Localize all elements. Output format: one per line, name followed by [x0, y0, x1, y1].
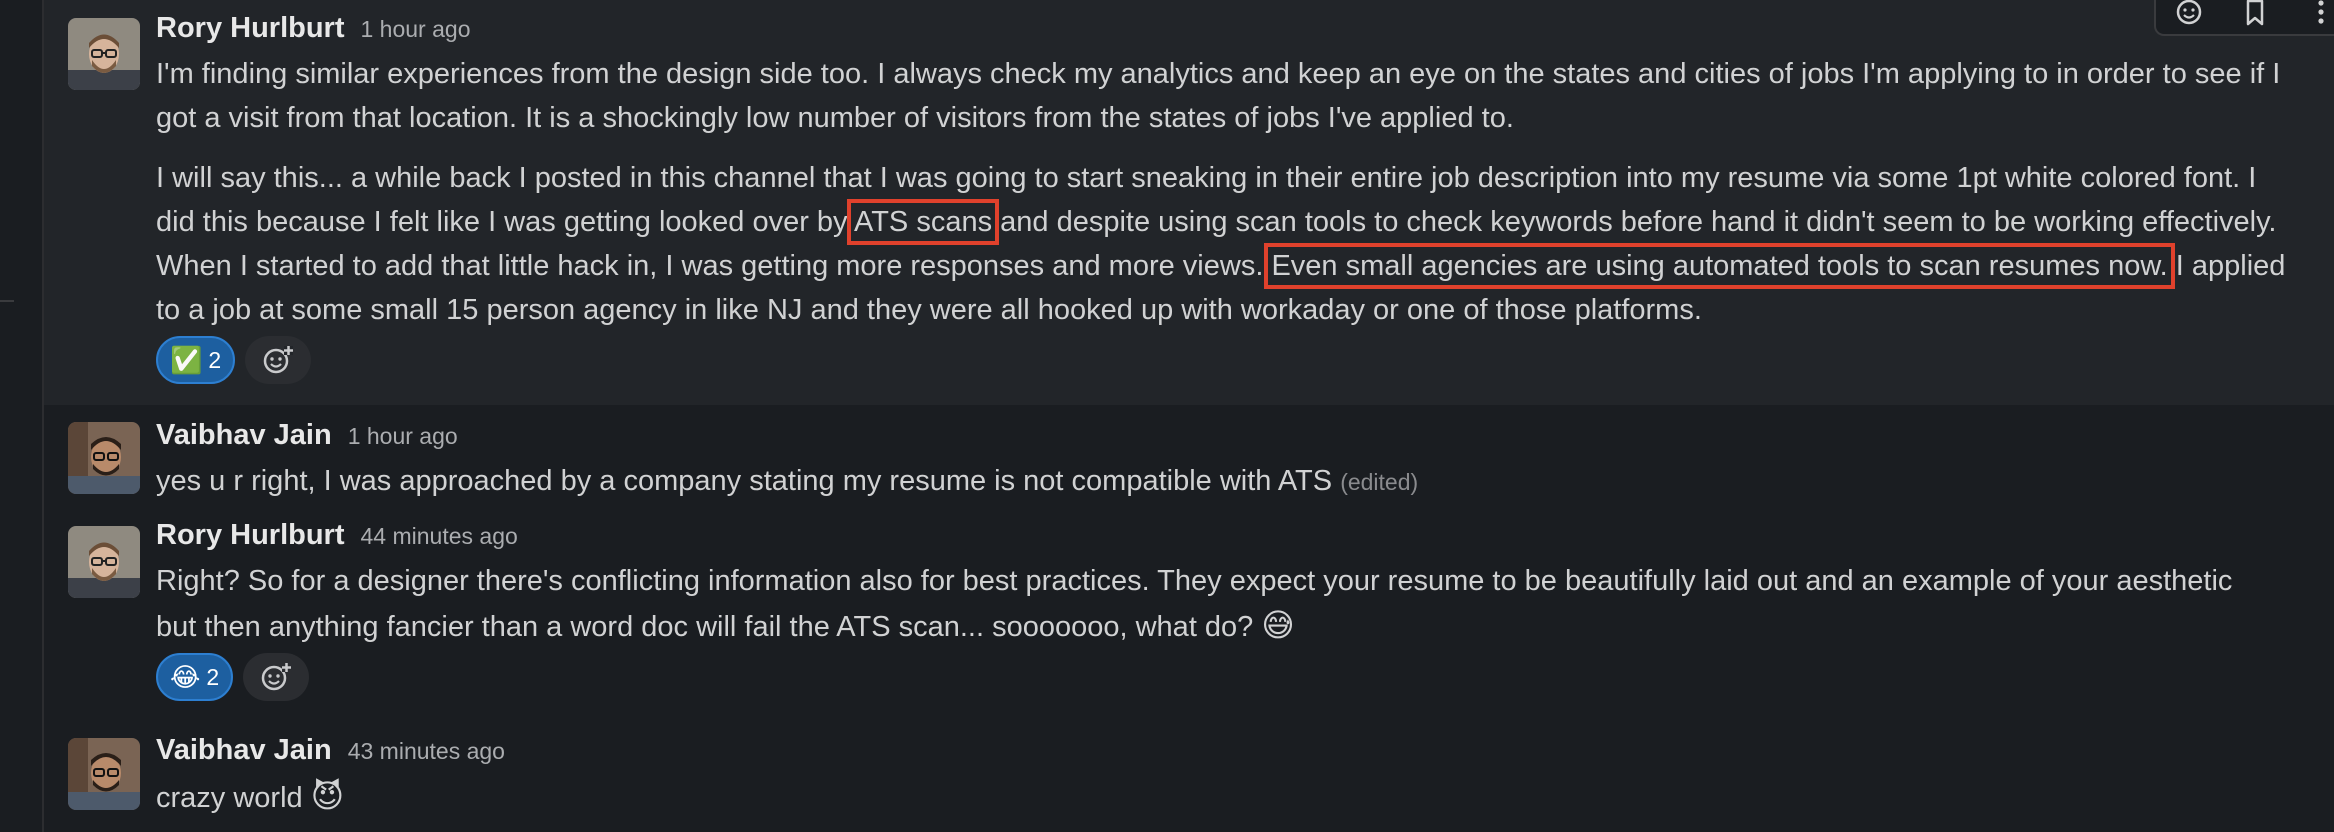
text-segment: and despite using scan tools to check ke… [992, 206, 2277, 238]
text-segment: crazy world [156, 782, 303, 814]
avatar-vaibhav[interactable] [68, 422, 140, 494]
text-line: to a job at some small 15 person agency … [156, 294, 1702, 326]
message-feed: Rory Hurlburt 1 hour ago I'm finding sim… [44, 0, 2334, 832]
message-rory-2[interactable]: Rory Hurlburt 44 minutes ago Right? So f… [44, 505, 2334, 720]
reactions: 😂 2 [156, 653, 2320, 701]
avatar-rory[interactable] [68, 18, 140, 90]
add-reaction-button[interactable] [245, 336, 312, 384]
left-rail [0, 0, 44, 832]
timestamp[interactable]: 1 hour ago [348, 423, 458, 450]
message-text: Right? So for a designer there's conflic… [156, 559, 2320, 649]
text-line: I will say this... a while back I posted… [156, 162, 2257, 194]
timestamp[interactable]: 1 hour ago [361, 16, 471, 43]
reaction-count: 2 [208, 346, 222, 373]
message-vaibhav-2[interactable]: Vaibhav Jain 43 minutes ago crazy world … [44, 720, 2334, 832]
message-header: Rory Hurlburt 1 hour ago [156, 12, 2320, 52]
more-actions-icon [2318, 0, 2324, 24]
message-rory-1[interactable]: Rory Hurlburt 1 hour ago I'm finding sim… [44, 0, 2334, 405]
add-reaction-icon [263, 346, 294, 374]
reaction-count: 2 [206, 663, 220, 690]
message-header: Rory Hurlburt 44 minutes ago [156, 519, 2320, 559]
text-segment: I applied [2167, 250, 2286, 282]
annotation-highlight-agencies: Even small agencies are using automated … [1264, 243, 2175, 289]
text-line: got a visit from that location. It is a … [156, 102, 1514, 134]
text-line: I'm finding similar experiences from the… [156, 58, 2281, 90]
text-segment: yes u r right, I was approached by a com… [156, 465, 1333, 497]
annotation-highlight-ats: ATS scans [847, 199, 1000, 245]
add-reaction-button[interactable] [243, 653, 310, 701]
avatar-rory-image [68, 18, 140, 90]
rail-divider [0, 300, 14, 302]
sweat-smile-emoji: 😅 [1261, 607, 1295, 643]
author-name[interactable]: Rory Hurlburt [156, 12, 345, 45]
reaction-checkmark[interactable]: ✅ 2 [156, 336, 236, 384]
toolbar-more[interactable] [2299, 0, 2334, 32]
message-actions-toolbar [2154, 0, 2334, 36]
reaction-joy[interactable]: 😂 2 [156, 653, 234, 701]
avatar-rory-image [68, 526, 140, 598]
author-name[interactable]: Vaibhav Jain [156, 419, 332, 452]
message-header: Vaibhav Jain 1 hour ago [156, 419, 2320, 459]
checkmark-emoji: ✅ [170, 344, 203, 375]
timestamp[interactable]: 44 minutes ago [361, 523, 518, 550]
bookmark-icon [2246, 0, 2264, 26]
reactions: ✅ 2 [156, 336, 2320, 384]
smiling-imp-emoji: 😈 [310, 778, 345, 814]
edited-label: (edited) [1340, 469, 1419, 495]
add-reaction-icon [261, 663, 292, 691]
text-segment: but then anything fancier than a word do… [156, 611, 1254, 643]
message-text: crazy world 😈 [156, 774, 2320, 820]
avatar-vaibhav-image [68, 738, 140, 810]
message-vaibhav-1[interactable]: Vaibhav Jain 1 hour ago yes u r right, I… [44, 405, 2334, 505]
avatar-rory[interactable] [68, 526, 140, 598]
text-line: but then anything fancier than a word do… [156, 603, 2320, 649]
text-segment: did this because I felt like I was getti… [156, 206, 855, 238]
author-name[interactable]: Vaibhav Jain [156, 734, 332, 767]
text-segment: When I started to add that little hack i… [156, 250, 1272, 282]
avatar-vaibhav[interactable] [68, 738, 140, 810]
toolbar-add-reaction[interactable] [2167, 0, 2211, 32]
add-reaction-icon [2176, 0, 2202, 25]
text-line: Right? So for a designer there's conflic… [156, 565, 2233, 597]
author-name[interactable]: Rory Hurlburt [156, 519, 345, 552]
text-line: When I started to add that little hack i… [156, 243, 2320, 289]
message-text: I'm finding similar experiences from the… [156, 52, 2320, 332]
paragraph: I will say this... a while back I posted… [156, 156, 2320, 332]
joy-emoji: 😂 [170, 661, 201, 692]
toolbar-bookmark[interactable] [2233, 0, 2277, 32]
message-header: Vaibhav Jain 43 minutes ago [156, 734, 2320, 774]
text-line: did this because I felt like I was getti… [156, 199, 2320, 245]
timestamp[interactable]: 43 minutes ago [348, 738, 505, 765]
avatar-vaibhav-image [68, 422, 140, 494]
message-text: yes u r right, I was approached by a com… [156, 459, 2320, 504]
